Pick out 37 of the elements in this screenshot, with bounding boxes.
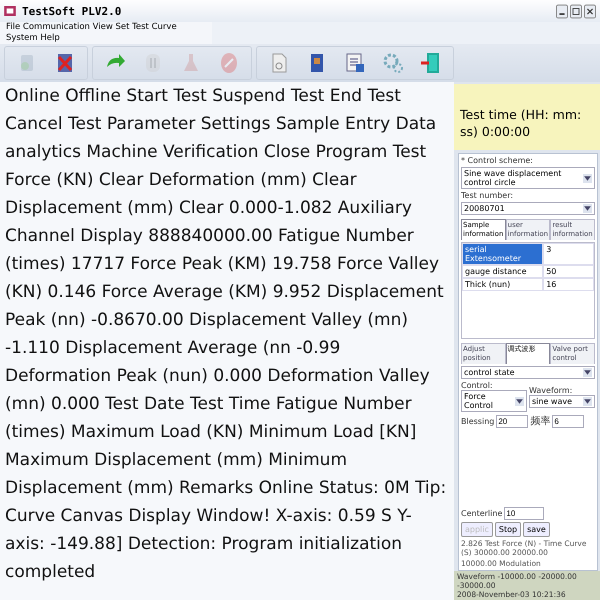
field-label: Centerline bbox=[461, 509, 502, 518]
window-title: TestSoft PLV2.0 bbox=[22, 4, 122, 18]
dropdown-arrow-icon[interactable] bbox=[583, 396, 592, 406]
scheme-dropdown[interactable]: Sine wave displacement control circle bbox=[461, 167, 595, 189]
table-cell: 50 bbox=[543, 265, 594, 278]
maximize-icon[interactable] bbox=[570, 4, 582, 18]
centerline-field[interactable]: 10 bbox=[504, 507, 544, 520]
waveform-dropdown[interactable]: sine wave bbox=[529, 394, 595, 408]
field-label: Test number: bbox=[461, 191, 514, 200]
field-label: Waveform: bbox=[529, 386, 574, 394]
menu-entries[interactable]: File Communication View Set Test Curve bbox=[6, 22, 206, 33]
field-label: Control: bbox=[461, 381, 494, 390]
table-cell[interactable]: gauge distance bbox=[462, 265, 544, 278]
field-label: * Control scheme: bbox=[461, 156, 534, 165]
field-label: 频率 bbox=[530, 414, 550, 428]
field-label: Blessing bbox=[461, 416, 494, 426]
test-number-dropdown[interactable]: 20080701 bbox=[461, 202, 595, 215]
dropdown-arrow-icon[interactable] bbox=[583, 174, 592, 182]
table-cell: 16 bbox=[543, 278, 594, 291]
table-cell: 3 bbox=[543, 243, 594, 265]
blessing-field[interactable]: 20 bbox=[496, 414, 528, 428]
table-cell[interactable]: Thick (nun) bbox=[462, 278, 544, 291]
panel-button[interactable]: Stop bbox=[494, 522, 522, 537]
control-state-dropdown[interactable]: control state bbox=[461, 366, 595, 379]
frequency-field[interactable]: 6 bbox=[552, 414, 584, 428]
dropdown-arrow-icon[interactable] bbox=[583, 204, 592, 213]
overlay-text: Online Offline Start Test Suspend Test End Test Cancel Test Parameter Settings Sample Entry Data analytics Machine Verification Close Program Test Force (KN) Clear Deformation (mm) Clear Displacement (mm) Clear 0.000-1.082 Auxiliary Channel Display 888840000.00 Fatigue Number (times) 17717 Force Peak (KM) 19.758 Force Valley (KN) 0.146 Force Average (KM) 9.952 Displacement Peak (nn) -0.8670.00 Displacement Valley (mn) -1.110 Displacement Average (nn -0.99 Deformation Peak (nun) 0.000 Deformation Valley (mn) 0.000 Test Date Test Time Fatigue Number (times) Maximum Load (KN) Minimum Load [KN] Maximum Displacement (mm) Minimum Displacement (mm) Remarks Online Status: 0M Tip: Curve Canvas Display Window! X-axis: 0.59 S Y-axis: -149.88] Detection: Program initialization completed bbox=[0, 82, 454, 600]
table-cell[interactable]: serial Extensometer bbox=[462, 243, 544, 265]
menu-entries[interactable]: System Help bbox=[6, 33, 206, 44]
close-icon[interactable] bbox=[584, 4, 596, 18]
dropdown-arrow-icon[interactable] bbox=[515, 396, 524, 406]
app-icon bbox=[4, 6, 16, 16]
dropdown-arrow-icon[interactable] bbox=[583, 368, 592, 377]
test-time-display: Test time (HH: mm: ss) 0:00:00 bbox=[454, 84, 600, 150]
control-dropdown[interactable]: Force Control bbox=[461, 390, 527, 412]
panel-button[interactable]: save bbox=[523, 522, 550, 537]
minimize-icon[interactable] bbox=[556, 4, 568, 18]
